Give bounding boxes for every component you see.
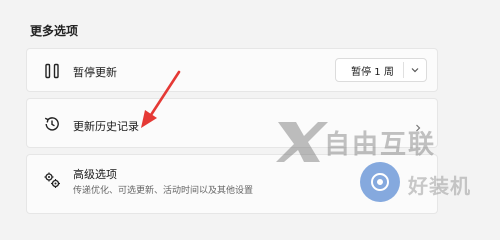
update-history-card[interactable]: 更新历史记录	[26, 98, 438, 148]
pause-updates-label: 暂停更新	[73, 66, 117, 79]
advanced-options-description: 传递优化、可选更新、活动时间以及其他设置	[73, 186, 254, 196]
history-icon	[41, 113, 63, 135]
advanced-options-card[interactable]: 高级选项 传递优化、可选更新、活动时间以及其他设置	[26, 154, 438, 214]
pause-updates-card: 暂停更新 暂停 1 周	[26, 48, 438, 92]
gears-icon	[41, 169, 63, 191]
advanced-options-label: 高级选项	[73, 168, 117, 181]
update-history-label: 更新历史记录	[73, 120, 139, 133]
chevron-down-icon[interactable]	[404, 65, 426, 75]
pause-duration-select[interactable]: 暂停 1 周	[335, 58, 427, 82]
pause-icon	[41, 60, 63, 82]
chevron-right-icon	[413, 118, 423, 137]
annotation-arrow	[141, 70, 181, 128]
pause-duration-value: 暂停 1 周	[351, 66, 394, 78]
section-title: 更多选项	[30, 24, 79, 38]
